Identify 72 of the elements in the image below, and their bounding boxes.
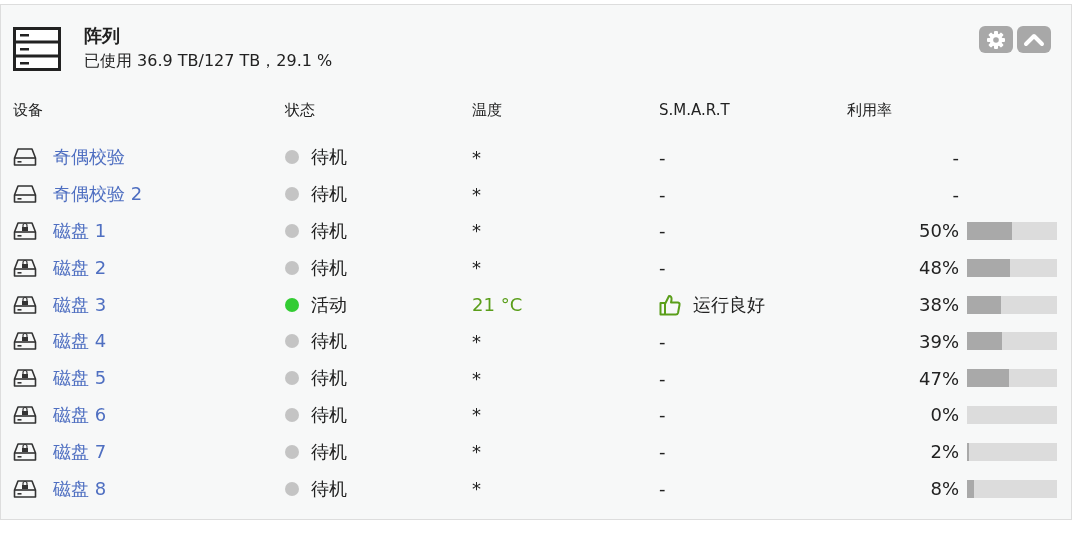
server-icon <box>13 27 61 71</box>
chevron-up-icon <box>1023 31 1045 48</box>
device-link[interactable]: 磁盘 3 <box>53 292 107 317</box>
temperature-text: * <box>472 367 481 389</box>
temperature-text: * <box>472 220 481 242</box>
usage-text: 2% <box>929 441 959 463</box>
locked-drive-icon <box>13 294 37 315</box>
usage-text: - <box>951 183 959 205</box>
settings-icon <box>986 29 1006 50</box>
smart-status: - <box>659 330 666 352</box>
device-link[interactable]: 磁盘 7 <box>53 439 107 464</box>
temperature-text: 21 °C <box>472 294 523 316</box>
locked-drive-icon <box>13 404 37 425</box>
column-header: 利用率 <box>846 100 893 120</box>
device-link[interactable]: 磁盘 5 <box>53 366 107 391</box>
status-text: 待机 <box>311 182 347 207</box>
device-link[interactable]: 磁盘 6 <box>53 402 107 427</box>
usage-text: 8% <box>929 478 959 500</box>
device-link[interactable]: 磁盘 2 <box>53 255 107 280</box>
panel-title: 阵列 <box>84 24 121 48</box>
smart-status: - <box>659 257 666 279</box>
smart-status: - <box>659 478 666 500</box>
usage-text: 50% <box>918 220 959 242</box>
status-text: 待机 <box>311 255 347 280</box>
column-header: 温度 <box>472 100 503 120</box>
usage-summary: 已使用 36.9 TB/127 TB，29.1 % <box>84 50 334 72</box>
temperature-text: * <box>472 478 481 500</box>
settings-button[interactable] <box>979 26 1013 53</box>
status-text: 待机 <box>311 439 347 464</box>
smart-status: - <box>659 367 666 389</box>
locked-drive-icon <box>13 478 37 499</box>
smart-status: - <box>659 183 666 205</box>
locked-drive-icon <box>13 257 37 278</box>
temperature-text: * <box>472 330 481 352</box>
smart-status: - <box>659 441 666 463</box>
usage-text: 0% <box>929 404 959 426</box>
status-text: 待机 <box>311 219 347 243</box>
temperature-text: * <box>472 441 481 463</box>
device-link[interactable]: 磁盘 1 <box>53 219 107 243</box>
smart-status: 运行良好 <box>693 292 765 317</box>
temperature-text: * <box>472 257 481 279</box>
column-header: S.M.A.R.T <box>659 101 731 119</box>
status-text: 待机 <box>311 476 347 501</box>
status-text: 待机 <box>311 329 347 354</box>
locked-drive-icon <box>13 441 37 462</box>
locked-drive-icon <box>13 221 37 241</box>
usage-text: - <box>951 146 959 168</box>
status-text: 待机 <box>311 145 347 170</box>
locked-drive-icon <box>13 331 37 352</box>
collapse-button[interactable] <box>1017 26 1051 53</box>
temperature-text: * <box>472 183 481 205</box>
smart-status: - <box>659 146 666 168</box>
usage-text: 38% <box>918 294 959 316</box>
status-text: 待机 <box>311 366 347 391</box>
device-link[interactable]: 奇偶校验 <box>53 145 125 170</box>
usage-text: 39% <box>918 330 959 352</box>
status-text: 活动 <box>311 292 347 317</box>
temperature-text: * <box>472 146 481 168</box>
usage-text: 48% <box>918 257 959 279</box>
drive-icon <box>13 147 37 168</box>
temperature-text: * <box>472 404 481 426</box>
locked-drive-icon <box>13 368 37 389</box>
drive-icon <box>13 184 37 205</box>
usage-text: 47% <box>918 367 959 389</box>
device-link[interactable]: 磁盘 8 <box>53 476 107 501</box>
column-header: 状态 <box>285 100 316 120</box>
smart-status: - <box>659 220 666 242</box>
column-header: 设备 <box>13 100 44 120</box>
device-link[interactable]: 磁盘 4 <box>53 329 107 354</box>
smart-status: - <box>659 404 666 426</box>
status-text: 待机 <box>311 402 347 427</box>
device-link[interactable]: 奇偶校验 2 <box>53 182 143 207</box>
